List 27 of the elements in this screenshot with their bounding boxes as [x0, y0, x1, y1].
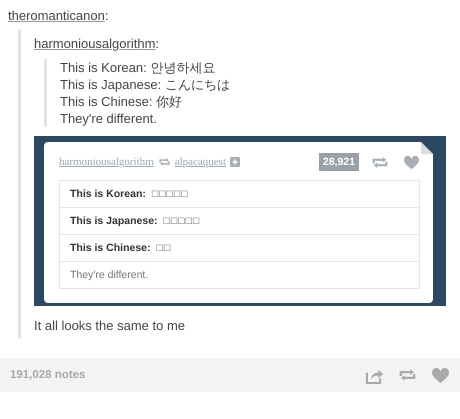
row-text: They're different.: [70, 269, 148, 281]
heart-icon[interactable]: [403, 154, 420, 170]
reblog-icon[interactable]: [398, 367, 417, 383]
quote-line: They're different.: [60, 110, 158, 127]
heart-icon[interactable]: [431, 366, 450, 384]
reblog-icon: [158, 157, 171, 167]
follow-icon[interactable]: [230, 157, 240, 167]
source-link[interactable]: alpacaquest: [174, 156, 226, 168]
author-link[interactable]: harmoniousalgorithm: [34, 36, 156, 51]
row-label: This is Korean:: [70, 188, 146, 200]
author-colon: :: [155, 36, 160, 51]
author-colon: :: [104, 8, 108, 23]
notes-count[interactable]: 191,028 notes: [10, 369, 351, 381]
row-value: □□: [156, 242, 172, 254]
row-label: This is Japanese:: [70, 215, 158, 227]
page-curl-icon: [421, 142, 433, 154]
row-label: This is Chinese:: [70, 242, 151, 254]
row-value: □□□□□: [164, 215, 200, 227]
quote-line: This is Chinese: 你好: [60, 93, 184, 110]
author-link[interactable]: harmoniousalgorithm: [59, 156, 154, 168]
author-link[interactable]: theromanticanon: [8, 8, 105, 23]
row-value: □□□□□: [152, 188, 189, 200]
quote-line: This is Korean: 안녕하세요: [60, 59, 216, 76]
reblog-icon[interactable]: [371, 154, 389, 170]
quote-line: This is Japanese: こんにちは: [60, 76, 231, 93]
note-count[interactable]: 28,921: [318, 153, 359, 171]
comment-text: It all looks the same to me: [34, 318, 186, 334]
